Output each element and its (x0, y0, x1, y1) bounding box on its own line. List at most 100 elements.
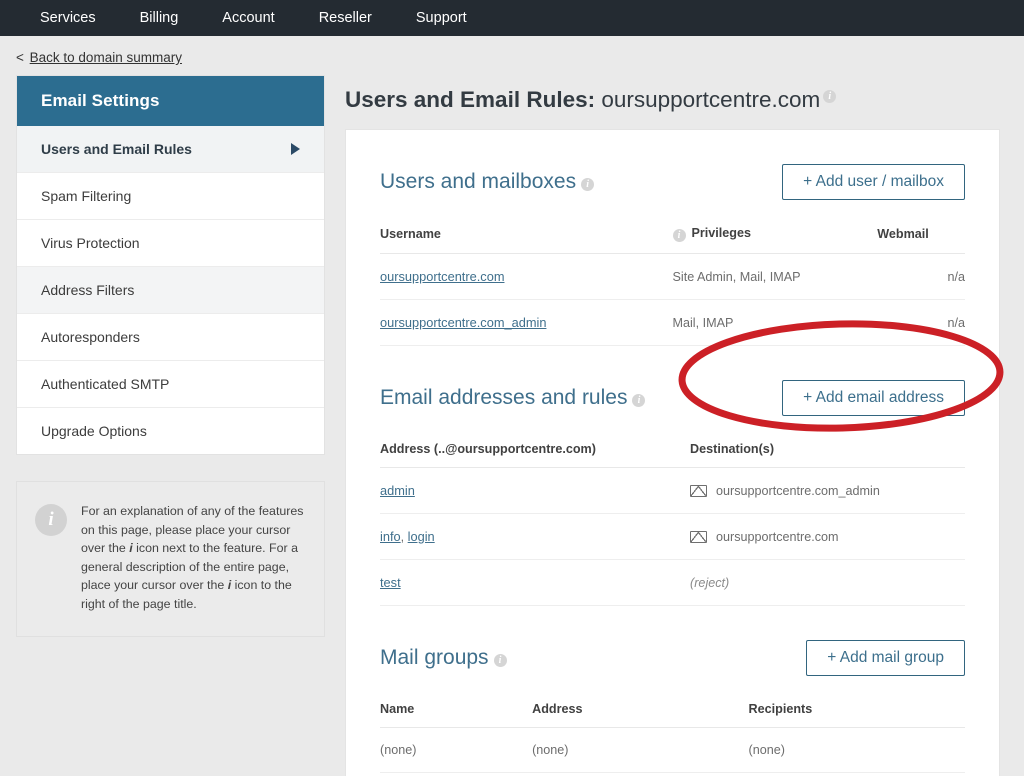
group-name-cell: (none) (380, 727, 533, 773)
add-user-mailbox-button[interactable]: + Add user / mailbox (782, 164, 965, 200)
sidebar: Email Settings Users and Email Rules Spa… (16, 75, 325, 637)
email-destination-cell: oursupportcentre.com_admin (690, 467, 965, 514)
email-column-destinations: Destination(s) (690, 442, 965, 468)
groups-column-address: Address (532, 702, 749, 728)
page-layout: Email Settings Users and Email Rules Spa… (0, 75, 1024, 776)
page-title: Users and Email Rules: oursupportcentre.… (345, 75, 1000, 129)
content-card: Users and mailboxes i + Add user / mailbo… (345, 129, 1000, 776)
group-recipients-cell: (none) (748, 727, 965, 773)
privileges-info-icon[interactable]: i (672, 229, 686, 242)
sidebar-item-address-filters[interactable]: Address Filters (17, 267, 324, 314)
groups-section-title: Mail groups i (380, 646, 507, 670)
email-address-cell: test (380, 559, 691, 606)
user-link[interactable]: oursupportcentre.com_admin (380, 315, 546, 330)
email-column-address: Address (..@oursupportcentre.com) (380, 442, 691, 468)
email-address-cell: info, login (380, 513, 691, 560)
email-address-link[interactable]: login (408, 529, 435, 544)
group-address-cell: (none) (532, 727, 749, 773)
sidebar-item-autoresponders[interactable]: Autoresponders (17, 314, 324, 361)
users-table: Username i Privileges Webmail oursupportc… (380, 226, 965, 346)
top-navigation-bar: Services Billing Account Reseller Suppor… (0, 0, 1024, 36)
main-content: Users and Email Rules: oursupportcentre.… (325, 75, 1000, 776)
sidebar-item-label: Autoresponders (41, 329, 140, 345)
email-section-title-text: Email addresses and rules (380, 386, 628, 409)
nav-item-account[interactable]: Account (200, 0, 296, 36)
mail-groups-table: Name Address Recipients (none) (none) (n… (380, 702, 965, 773)
users-section-info-icon[interactable]: i (581, 178, 595, 191)
nav-item-reseller[interactable]: Reseller (297, 0, 394, 36)
table-row: admin oursupportcentre.com_admin (380, 467, 965, 514)
email-destination-cell: oursupportcentre.com (690, 513, 965, 560)
user-username-cell: oursupportcentre.com (380, 253, 673, 300)
destination-label: oursupportcentre.com (716, 529, 839, 544)
user-privileges-cell: Mail, IMAP (672, 299, 878, 346)
back-to-domain-summary-link[interactable]: Back to domain summary (30, 50, 182, 65)
destination-label: oursupportcentre.com_admin (716, 483, 880, 498)
sidebar-item-label: Spam Filtering (41, 188, 132, 204)
user-username-cell: oursupportcentre.com_admin (380, 299, 673, 346)
email-section-header: Email addresses and rules i + Add email a… (380, 380, 965, 416)
chevron-right-icon (291, 143, 300, 155)
add-email-address-button[interactable]: + Add email address (782, 380, 965, 416)
info-icon: i (35, 504, 67, 536)
privileges-label: Privileges (691, 226, 752, 240)
sidebar-item-spam-filtering[interactable]: Spam Filtering (17, 173, 324, 220)
user-link[interactable]: oursupportcentre.com (380, 269, 504, 284)
page-title-label: Users and Email Rules: (345, 87, 596, 112)
user-webmail-cell: n/a (877, 253, 965, 300)
users-column-privileges: i Privileges (672, 226, 878, 254)
sidebar-item-label: Virus Protection (41, 235, 140, 251)
email-address-cell: admin (380, 467, 691, 514)
sidebar-item-label: Users and Email Rules (41, 141, 192, 157)
sidebar-item-authenticated-smtp[interactable]: Authenticated SMTP (17, 361, 324, 408)
sidebar-item-label: Authenticated SMTP (41, 376, 170, 392)
users-column-webmail: Webmail (877, 226, 965, 254)
users-section-header: Users and mailboxes i + Add user / mailbo… (380, 164, 965, 200)
screen-root: Services Billing Account Reseller Suppor… (0, 0, 1024, 776)
table-row: oursupportcentre.com_admin Mail, IMAP n/… (380, 299, 965, 346)
email-section-title: Email addresses and rules i (380, 386, 646, 410)
users-table-header-row: Username i Privileges Webmail (380, 226, 965, 254)
email-address-link[interactable]: admin (380, 483, 415, 498)
email-address-link[interactable]: test (380, 575, 401, 590)
user-webmail-cell: n/a (877, 299, 965, 346)
groups-section-info-icon[interactable]: i (493, 654, 507, 667)
email-section-info-icon[interactable]: i (632, 394, 646, 407)
sidebar-item-virus-protection[interactable]: Virus Protection (17, 220, 324, 267)
nav-item-services[interactable]: Services (18, 0, 118, 36)
groups-column-recipients: Recipients (748, 702, 965, 728)
groups-column-name: Name (380, 702, 533, 728)
groups-section-title-text: Mail groups (380, 646, 489, 669)
sidebar-item-upgrade-options[interactable]: Upgrade Options (17, 408, 324, 454)
page-title-info-icon[interactable]: i (823, 89, 837, 103)
table-row: (none) (none) (none) (380, 727, 965, 773)
destination-reject-label: (reject) (690, 575, 730, 590)
nav-item-support[interactable]: Support (394, 0, 489, 36)
table-row: test (reject) (380, 559, 965, 606)
envelope-icon (690, 484, 708, 497)
email-address-link[interactable]: info (380, 529, 401, 544)
table-row: oursupportcentre.com Site Admin, Mail, I… (380, 253, 965, 300)
table-row: info, login oursupportcentre.com (380, 513, 965, 560)
sidebar-header-email-settings: Email Settings (17, 76, 324, 126)
help-info-text: For an explanation of any of the feature… (81, 504, 304, 612)
sidebar-menu: Email Settings Users and Email Rules Spa… (16, 75, 325, 455)
envelope-icon (690, 530, 708, 543)
sidebar-item-label: Address Filters (41, 282, 135, 298)
sidebar-item-users-and-email-rules[interactable]: Users and Email Rules (17, 126, 324, 173)
users-section-title: Users and mailboxes i (380, 170, 595, 194)
add-mail-group-button[interactable]: + Add mail group (806, 640, 965, 676)
user-privileges-cell: Site Admin, Mail, IMAP (672, 253, 878, 300)
page-title-domain: oursupportcentre.com (601, 87, 821, 112)
breadcrumb: < Back to domain summary (0, 36, 1024, 75)
groups-section-header: Mail groups i + Add mail group (380, 640, 965, 676)
nav-item-billing[interactable]: Billing (118, 0, 201, 36)
email-rules-table: Address (..@oursupportcentre.com) Destin… (380, 442, 965, 606)
back-chevron-icon: < (16, 50, 24, 65)
users-section-title-text: Users and mailboxes (380, 170, 577, 193)
users-column-username: Username (380, 226, 673, 254)
email-table-header-row: Address (..@oursupportcentre.com) Destin… (380, 442, 965, 468)
email-destination-cell: (reject) (690, 559, 965, 606)
